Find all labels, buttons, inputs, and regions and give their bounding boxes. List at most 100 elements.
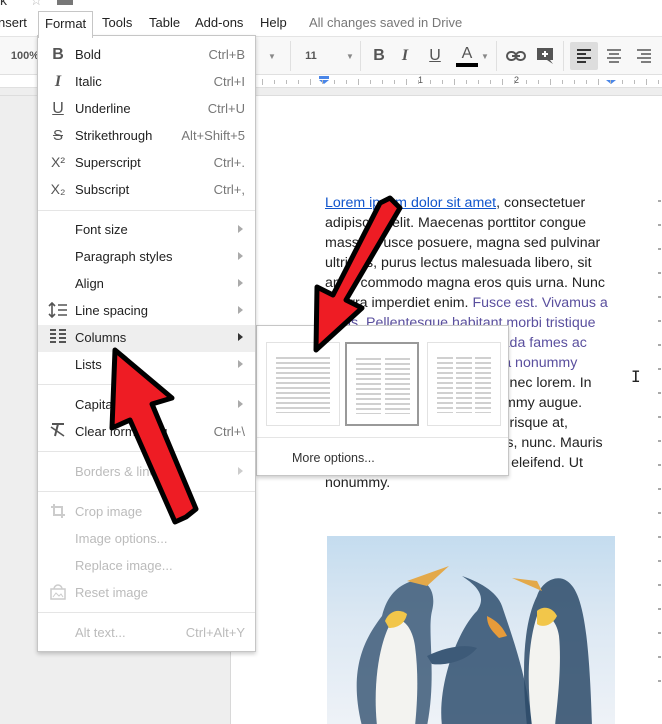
more-options-button[interactable]: More options... bbox=[292, 451, 375, 465]
toolbar-divider bbox=[496, 41, 497, 71]
menu-item-italic[interactable]: I Italic Ctrl+I bbox=[38, 69, 255, 96]
ruler-tick bbox=[574, 80, 575, 84]
ruler-tick bbox=[562, 80, 563, 84]
ruler-tick bbox=[490, 80, 491, 84]
ruler-tick bbox=[550, 79, 551, 85]
one-column-option[interactable] bbox=[266, 342, 340, 426]
menu-item-label: Italic bbox=[75, 74, 102, 89]
document-link[interactable]: Lorem ipsum dolor sit amet bbox=[325, 195, 496, 211]
ruler-tick bbox=[382, 80, 383, 84]
menu-item-shortcut: Ctrl+U bbox=[207, 101, 245, 116]
menu-item-lists[interactable]: Lists bbox=[38, 352, 255, 379]
left-indent-marker[interactable] bbox=[319, 76, 329, 84]
menu-item-label: Superscript bbox=[75, 155, 141, 170]
underline-button[interactable]: U bbox=[424, 37, 446, 75]
ruler-tick bbox=[586, 80, 587, 84]
three-column-option[interactable] bbox=[427, 342, 501, 426]
save-status: All changes saved in Drive bbox=[309, 15, 463, 30]
menu-item-align[interactable]: Align bbox=[38, 271, 255, 298]
ruler-tick bbox=[466, 80, 467, 84]
menu-tools[interactable]: Tools bbox=[102, 15, 132, 30]
underline-icon: U bbox=[52, 100, 64, 117]
menu-item-label: Replace image... bbox=[75, 558, 173, 573]
menu-item-label: Crop image bbox=[75, 504, 143, 519]
menu-item-capitalization[interactable]: Capitalization bbox=[38, 392, 255, 419]
menu-item-line-spacing[interactable]: Line spacing bbox=[38, 298, 255, 325]
menu-item-label: Columns bbox=[75, 330, 127, 345]
menu-item-underline[interactable]: U Underline Ctrl+U bbox=[38, 96, 255, 123]
menu-item-columns[interactable]: Columns bbox=[38, 325, 255, 352]
ruler-tick bbox=[538, 80, 539, 84]
submenu-arrow-icon bbox=[238, 400, 243, 408]
menu-item-label: Font size bbox=[75, 222, 128, 237]
menu-item-label: Lists bbox=[75, 357, 102, 372]
menu-divider bbox=[38, 491, 255, 492]
menu-item-label: Strikethrough bbox=[75, 128, 153, 143]
text-color-dropdown-arrow[interactable]: ▼ bbox=[480, 37, 490, 75]
menu-divider bbox=[38, 384, 255, 385]
text-color-button[interactable]: A bbox=[455, 37, 479, 75]
ruler-tick bbox=[286, 80, 287, 84]
ruler-tick bbox=[598, 79, 599, 85]
font-size-dropdown-arrow[interactable]: ▼ bbox=[342, 37, 358, 75]
penguins-image[interactable] bbox=[327, 536, 615, 724]
menu-item-shortcut: Ctrl+. bbox=[213, 155, 245, 170]
two-column-option[interactable] bbox=[345, 342, 419, 426]
superscript-icon: X² bbox=[51, 154, 65, 170]
ruler-tick bbox=[358, 79, 359, 85]
align-center-icon[interactable] bbox=[602, 37, 626, 75]
ruler-tick bbox=[514, 80, 515, 84]
submenu-arrow-icon bbox=[238, 279, 243, 287]
menu-item-image-options[interactable]: Image options... bbox=[38, 526, 255, 553]
right-indent-marker[interactable] bbox=[606, 76, 616, 84]
menu-item-paragraph-styles[interactable]: Paragraph styles bbox=[38, 244, 255, 271]
ruler-tick bbox=[310, 79, 311, 85]
menu-divider bbox=[38, 451, 255, 452]
italic-icon: I bbox=[54, 73, 62, 90]
menu-item-clear-formatting[interactable]: Clear formatting Ctrl+\ bbox=[38, 419, 255, 446]
menu-item-font-size[interactable]: Font size bbox=[38, 217, 255, 244]
ruler-tick bbox=[406, 79, 407, 85]
align-right-icon[interactable] bbox=[632, 37, 656, 75]
toolbar-divider bbox=[563, 41, 564, 71]
ruler-tick bbox=[298, 80, 299, 84]
menu-item-superscript[interactable]: X² Superscript Ctrl+. bbox=[38, 150, 255, 177]
menu-item-shortcut: Ctrl+I bbox=[213, 74, 245, 89]
ruler-tick bbox=[394, 80, 395, 84]
add-comment-icon[interactable] bbox=[534, 37, 556, 75]
menu-help[interactable]: Help bbox=[260, 15, 287, 30]
menu-table[interactable]: Table bbox=[149, 15, 180, 30]
italic-button[interactable]: I bbox=[394, 37, 416, 75]
menu-item-borders-lines[interactable]: Borders & lines bbox=[38, 459, 255, 486]
link-icon[interactable] bbox=[503, 37, 529, 75]
page-edge-marks bbox=[658, 200, 662, 704]
submenu-arrow-icon bbox=[238, 225, 243, 233]
font-dropdown-arrow[interactable]: ▼ bbox=[264, 37, 280, 75]
menu-item-label: Image options... bbox=[75, 531, 168, 546]
reset-image-icon bbox=[47, 584, 69, 602]
font-size-input[interactable]: 11 bbox=[300, 37, 322, 75]
bold-button[interactable]: B bbox=[368, 37, 390, 75]
submenu-arrow-icon bbox=[238, 252, 243, 260]
menu-item-strikethrough[interactable]: S Strikethrough Alt+Shift+5 bbox=[38, 123, 255, 150]
menu-item-label: Capitalization bbox=[75, 397, 154, 412]
menu-item-label: Bold bbox=[75, 47, 102, 62]
align-left-icon[interactable] bbox=[570, 42, 598, 70]
bold-icon: B bbox=[52, 46, 64, 63]
menu-item-label: Paragraph styles bbox=[75, 249, 173, 264]
menu-item-replace-image[interactable]: Replace image... bbox=[38, 553, 255, 580]
menu-item-alt-text[interactable]: Alt text... Ctrl+Alt+Y bbox=[38, 620, 255, 647]
clear-formatting-icon bbox=[47, 423, 69, 441]
menu-format[interactable]: Format bbox=[38, 11, 94, 38]
menu-item-label: Subscript bbox=[75, 182, 130, 197]
menu-item-subscript[interactable]: X₂ Subscript Ctrl+, bbox=[38, 177, 255, 204]
ruler-tick bbox=[478, 80, 479, 84]
menu-item-reset-image[interactable]: Reset image bbox=[38, 580, 255, 607]
folder-icon[interactable] bbox=[57, 0, 73, 5]
menu-addons[interactable]: Add-ons bbox=[195, 15, 243, 30]
menu-item-bold[interactable]: B Bold Ctrl+B bbox=[38, 42, 255, 69]
ruler-tick bbox=[334, 80, 335, 84]
menu-insert[interactable]: nsert bbox=[0, 15, 27, 30]
document-title[interactable]: k bbox=[0, 0, 7, 8]
menu-item-crop-image[interactable]: Crop image bbox=[38, 499, 255, 526]
